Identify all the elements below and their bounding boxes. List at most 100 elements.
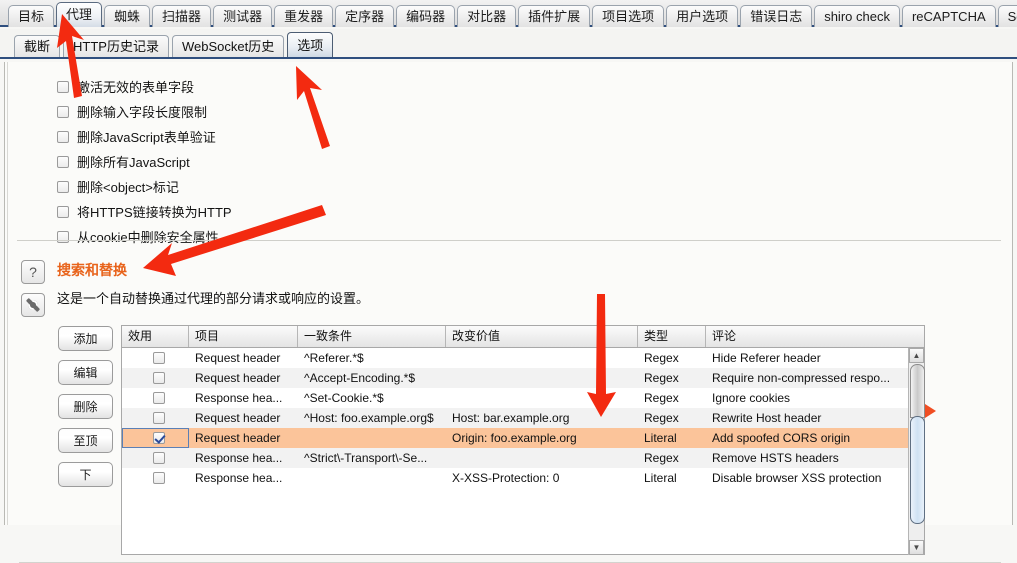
row-enabled-cell[interactable] — [122, 348, 189, 368]
main-tab-4[interactable]: 测试器 — [213, 5, 273, 27]
table-action-button-4[interactable]: 下 — [58, 462, 113, 487]
table-action-button-3[interactable]: 至顶 — [58, 428, 113, 453]
table-row[interactable]: Response hea... X-XSS-Protection: 0 Litera… — [122, 468, 924, 488]
column-header-4[interactable]: 类型 — [638, 326, 706, 347]
column-header-5[interactable]: 评论 — [706, 326, 910, 347]
sub-tab-underline — [0, 57, 1017, 59]
row-enabled-cell[interactable] — [122, 388, 189, 408]
row-checkbox-icon[interactable] — [152, 432, 165, 444]
main-tab-12[interactable]: 错误日志 — [740, 5, 813, 27]
table-action-buttons: 添加 编辑 删除 至顶下 — [58, 326, 113, 496]
scrollbar-track-upper[interactable] — [910, 364, 925, 418]
option-row-4[interactable]: 删除<object>标记 — [57, 174, 232, 199]
row-enabled-cell[interactable] — [122, 428, 189, 448]
sub-tab-0[interactable]: 截断 — [14, 35, 61, 58]
main-tab-9[interactable]: 插件扩展 — [518, 5, 591, 27]
table-row[interactable]: Response hea... ^Set-Cookie.*$ Regex Ignore… — [122, 388, 924, 408]
table-action-button-0[interactable]: 添加 — [58, 326, 113, 351]
cell-replace: Host: bar.example.org — [452, 411, 570, 425]
sub-tab-2[interactable]: WebSocket历史 — [171, 35, 285, 58]
table-action-button-2[interactable]: 删除 — [58, 394, 113, 419]
scroll-down-icon[interactable]: ▼ — [909, 540, 924, 555]
sub-tab-3[interactable]: 选项 — [287, 32, 334, 58]
cell-type: Regex — [644, 371, 679, 385]
section-title: 搜索和替换 — [57, 262, 127, 278]
scrollbar-thumb[interactable] — [910, 416, 925, 524]
table-action-button-1[interactable]: 编辑 — [58, 360, 113, 385]
cell-item: Request header — [195, 371, 281, 385]
cell-replace — [446, 348, 638, 368]
table-row[interactable]: Request header ^Referer.*$ Regex Hide Refer… — [122, 348, 924, 368]
scroll-up-icon[interactable]: ▲ — [909, 348, 924, 363]
main-tab-7[interactable]: 编码器 — [396, 5, 456, 27]
main-tab-3[interactable]: 扫描器 — [152, 5, 212, 27]
row-checkbox-icon[interactable] — [152, 352, 165, 364]
checkbox-icon[interactable] — [57, 180, 69, 193]
checkbox-icon[interactable] — [57, 205, 69, 218]
row-checkbox-icon[interactable] — [152, 452, 165, 464]
option-row-3[interactable]: 删除所有JavaScript — [57, 149, 232, 174]
cell-match — [298, 468, 446, 488]
gear-icon[interactable] — [21, 293, 45, 317]
checkbox-icon[interactable] — [57, 80, 69, 93]
row-enabled-cell[interactable] — [122, 368, 189, 388]
row-checkbox-icon[interactable] — [152, 412, 165, 424]
option-label: 删除输入字段长度限制 — [77, 105, 208, 120]
option-row-2[interactable]: 删除JavaScript表单验证 — [57, 124, 232, 149]
cell-match: ^Host: foo.example.org$ — [304, 411, 434, 425]
row-enabled-cell[interactable] — [122, 448, 189, 468]
row-checkbox-icon[interactable] — [152, 392, 165, 404]
table-row[interactable]: Request header ^Host: foo.example.org$ Hos… — [122, 408, 924, 428]
option-label: 删除<object>标记 — [77, 180, 179, 195]
main-tabs: 目标 代理 蜘蛛 扫描器 测试器 重发器 定序器 编码器 对比器 插件扩展 项目选项 用户选项 错误日志… — [0, 0, 1017, 27]
column-header-1[interactable]: 项目 — [189, 326, 298, 347]
column-header-2[interactable]: 一致条件 — [298, 326, 446, 347]
main-tab-10[interactable]: 项目选项 — [592, 5, 665, 27]
cell-item: Response hea... — [195, 391, 283, 405]
option-row-1[interactable]: 删除输入字段长度限制 — [57, 99, 232, 124]
cell-type: Regex — [644, 411, 679, 425]
option-row-6[interactable]: 从cookie中删除安全属性 — [57, 224, 232, 249]
sub-tabs: 截断 HTTP历史记录 WebSocket历史 选项 — [0, 29, 1017, 58]
row-checkbox-icon[interactable] — [152, 472, 165, 484]
section-description: 这是一个自动替换通过代理的部分请求或响应的设置。 — [57, 291, 370, 306]
options-panel: 激活无效的表单字段删除输入字段长度限制删除JavaScript表单验证 删除所有J… — [4, 62, 1013, 563]
main-tab-2[interactable]: 蜘蛛 — [104, 5, 151, 27]
main-tab-11[interactable]: 用户选项 — [666, 5, 739, 27]
cell-replace: Origin: foo.example.org — [452, 431, 577, 445]
main-tab-6[interactable]: 定序器 — [335, 5, 395, 27]
table-row[interactable]: Response hea... ^Strict\-Transport\-Se...… — [122, 448, 924, 468]
cell-item: Request header — [195, 411, 281, 425]
row-enabled-cell[interactable] — [122, 408, 189, 428]
table-vertical-scrollbar[interactable]: ▲ ▼ — [908, 348, 925, 555]
main-tab-8[interactable]: 对比器 — [457, 5, 517, 27]
section-divider — [17, 240, 1001, 241]
cell-item: Request header — [195, 431, 281, 445]
column-header-0[interactable]: 效用 — [122, 326, 189, 347]
cell-match: ^Accept-Encoding.*$ — [304, 371, 416, 385]
row-enabled-cell[interactable] — [122, 468, 189, 488]
option-label: 将HTTPS链接转换为HTTP — [77, 205, 232, 220]
gear-glyph — [26, 298, 40, 312]
main-tab-bar: 目标 代理 蜘蛛 扫描器 测试器 重发器 定序器 编码器 对比器 插件扩展 项目选项 用户选项 错误日志… — [0, 0, 1017, 27]
table-row[interactable]: Request header ^Accept-Encoding.*$ Regex Re… — [122, 368, 924, 388]
checkbox-icon[interactable] — [57, 130, 69, 143]
main-tab-15[interactable]: Sqlmap — [997, 5, 1017, 27]
main-tab-14[interactable]: reCAPTCHA — [901, 5, 996, 27]
cell-item: Response hea... — [195, 451, 283, 465]
main-tab-13[interactable]: shiro check — [814, 5, 900, 27]
column-header-3[interactable]: 改变价值 — [446, 326, 638, 347]
table-row[interactable]: Request header Origin: foo.example.org Lit… — [122, 428, 924, 448]
checkbox-icon[interactable] — [57, 105, 69, 118]
main-tab-1[interactable]: 代理 — [56, 2, 103, 27]
option-row-0[interactable]: 激活无效的表单字段 — [57, 74, 232, 99]
main-tab-5[interactable]: 重发器 — [274, 5, 334, 27]
option-row-5[interactable]: 将HTTPS链接转换为HTTP — [57, 199, 232, 224]
table-header-row: 效用 项目 一致条件 改变价值 类型 评论 — [122, 326, 924, 348]
main-tab-0[interactable]: 目标 — [8, 5, 55, 27]
cell-type: Regex — [644, 351, 679, 365]
help-icon[interactable]: ? — [21, 260, 45, 284]
checkbox-icon[interactable] — [57, 155, 69, 168]
sub-tab-1[interactable]: HTTP历史记录 — [63, 35, 169, 58]
row-checkbox-icon[interactable] — [152, 372, 165, 384]
